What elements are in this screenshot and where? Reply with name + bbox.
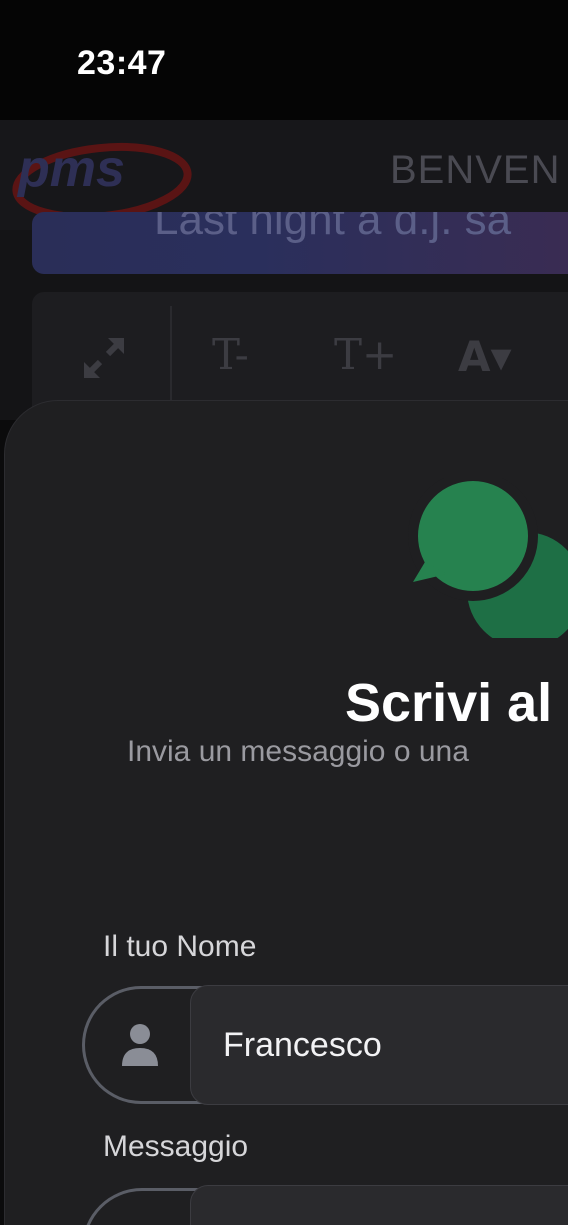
person-icon — [122, 1024, 158, 1066]
logo-text: pms — [16, 140, 125, 198]
status-bar: 23:47 — [0, 0, 568, 120]
text-smaller-button[interactable]: T- — [212, 334, 249, 376]
font-color-button[interactable]: A▾ — [458, 336, 512, 378]
toolbar-divider — [170, 306, 172, 402]
text-larger-button[interactable]: T+ — [334, 334, 397, 376]
welcome-text: BENVEN — [390, 148, 561, 192]
message-input[interactable] — [190, 1185, 568, 1225]
name-field-label: Il tuo Nome — [103, 930, 257, 963]
name-input[interactable]: Francesco — [190, 985, 568, 1105]
ticker-text: Last night a d.j. sa — [154, 212, 512, 244]
expand-icon[interactable] — [78, 332, 130, 384]
name-input-value: Francesco — [223, 1026, 382, 1064]
modal-subtitle: Invia un messaggio o una — [127, 735, 469, 768]
message-field-label: Messaggio — [103, 1130, 249, 1163]
pms-logo: pms — [12, 140, 192, 221]
chat-bubbles-icon — [408, 478, 568, 638]
app-screen: pms BENVEN Last night a d.j. sa T- T+ A▾… — [0, 0, 568, 1225]
news-ticker: Last night a d.j. sa — [32, 212, 568, 274]
modal-title: Scrivi al — [345, 673, 553, 733]
status-time: 23:47 — [77, 44, 167, 82]
